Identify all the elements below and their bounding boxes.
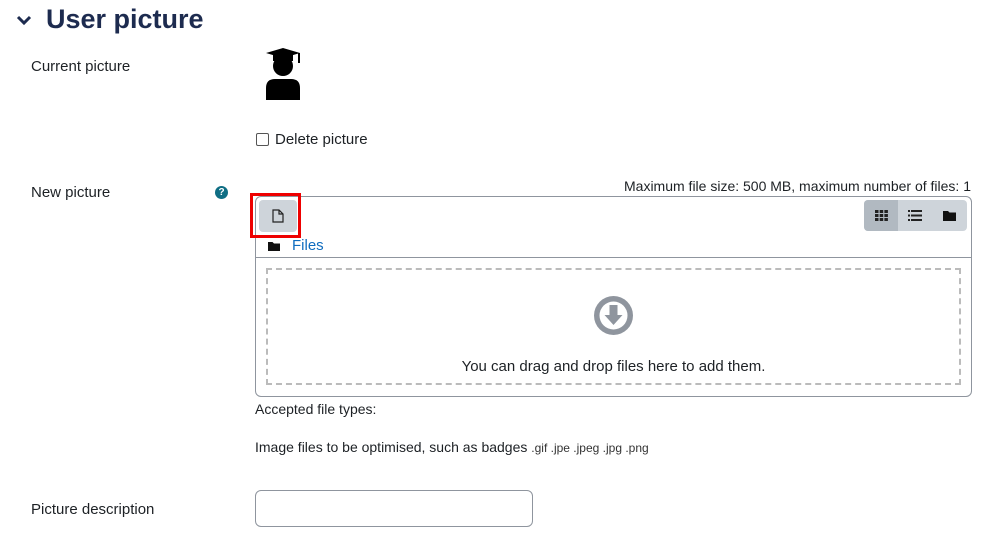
delete-picture-checkbox[interactable]: Delete picture xyxy=(256,131,368,148)
new-picture-label: New picture xyxy=(31,184,111,201)
checkbox-box[interactable] xyxy=(256,133,269,146)
folder-icon xyxy=(268,241,280,251)
current-picture-label: Current picture xyxy=(31,58,131,75)
folder-icon xyxy=(943,211,957,221)
picture-description-label: Picture description xyxy=(31,501,155,518)
list-icon xyxy=(908,210,923,221)
accepted-extensions: .gif .jpe .jpeg .jpg .png xyxy=(531,441,649,455)
breadcrumb: Files xyxy=(268,237,324,254)
picture-description-input[interactable] xyxy=(255,490,533,527)
view-list-button[interactable] xyxy=(898,200,932,231)
accepted-types: Image files to be optimised, such as bad… xyxy=(255,439,649,455)
accepted-types-label: Accepted file types: xyxy=(255,401,377,417)
arrow-circle-down-icon xyxy=(594,296,633,335)
drop-text: You can drag and drop files here to add … xyxy=(461,358,766,375)
highlight-box xyxy=(250,193,301,238)
max-file-info: Maximum file size: 500 MB, maximum numbe… xyxy=(624,178,971,194)
view-grid-button[interactable] xyxy=(864,200,899,231)
delete-picture-label: Delete picture xyxy=(275,131,368,148)
view-switcher xyxy=(864,200,967,231)
breadcrumb-files-link[interactable]: Files xyxy=(292,237,324,254)
section-header[interactable]: User picture xyxy=(16,4,204,35)
graduate-user-icon xyxy=(266,48,300,100)
section-title: User picture xyxy=(46,4,204,34)
divider xyxy=(256,257,971,258)
grid-icon xyxy=(874,210,888,221)
view-tree-button[interactable] xyxy=(933,200,967,231)
accepted-types-desc: Image files to be optimised, such as bad… xyxy=(255,439,528,455)
question-circle-icon[interactable]: ? xyxy=(215,186,228,199)
chevron-down-icon xyxy=(16,15,32,25)
